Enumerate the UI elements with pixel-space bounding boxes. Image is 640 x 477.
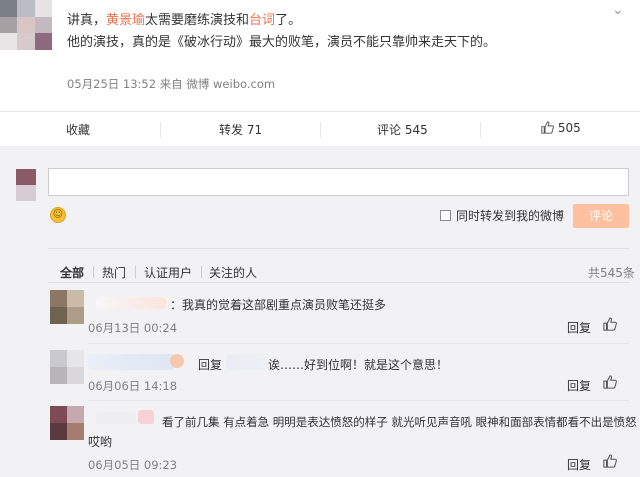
divider	[48, 248, 629, 249]
smiley-icon[interactable]: ☺	[50, 207, 66, 223]
username-blur[interactable]	[88, 354, 174, 370]
divider	[320, 122, 321, 138]
submit-comment-button[interactable]: 评论	[573, 204, 629, 228]
like-button[interactable]: 505	[541, 121, 581, 135]
divider	[88, 343, 629, 344]
username-blur[interactable]	[96, 297, 166, 309]
divider	[201, 266, 202, 278]
tab-all[interactable]: 全部	[60, 264, 84, 281]
post-meta: 05月25日 13:52 来自 微博 weibo.com	[67, 77, 276, 91]
avatar[interactable]	[50, 406, 84, 440]
comment-text: 看了前几集 有点着急 明明是表达愤怒的样子 就光听见声音吼 眼神和面部表情都看不…	[162, 415, 637, 429]
divider	[48, 282, 629, 283]
avatar[interactable]	[50, 350, 84, 384]
divider	[480, 122, 481, 138]
badge-blur	[138, 410, 154, 424]
reply-prefix: 回复	[198, 358, 223, 372]
username-blur[interactable]	[96, 412, 136, 424]
mention-blur[interactable]	[226, 354, 268, 370]
avatar[interactable]	[50, 290, 84, 324]
repost-checkbox-label: 同时转发到我的微博	[456, 209, 565, 223]
divider	[135, 266, 136, 278]
post-author-avatar[interactable]	[0, 0, 52, 50]
chevron-down-icon[interactable]: ⌄	[612, 2, 624, 18]
mention-name[interactable]: 黄景瑜	[106, 13, 145, 28]
comment-text: 诶……好到位啊！就是这个意思！	[268, 358, 449, 372]
comment-time: 06月06日 14:18	[88, 379, 178, 393]
current-user-avatar	[16, 169, 36, 201]
comment-button[interactable]: 评论 545	[377, 121, 428, 138]
reply-button[interactable]: 回复	[567, 456, 591, 473]
thumbs-up-icon[interactable]	[603, 317, 617, 335]
divider	[93, 266, 94, 278]
reply-button[interactable]: 回复	[567, 319, 591, 336]
reply-button[interactable]: 回复	[567, 377, 591, 394]
divider	[88, 400, 629, 401]
post-text-line2: 他的演技，真的是《破冰行动》最大的败笔，演员不能只靠帅来走天下的。	[67, 35, 497, 50]
action-bar: 收藏 转发 71 评论 545 505	[0, 112, 640, 146]
like-count: 505	[557, 121, 581, 135]
divider	[160, 122, 161, 138]
tab-hot[interactable]: 热门	[102, 264, 126, 281]
badge-blur	[170, 354, 184, 368]
comment-input[interactable]	[48, 168, 629, 196]
repost-checkbox[interactable]	[440, 210, 451, 221]
comment-text-cont: 哎哟	[88, 435, 113, 449]
post-text-middle: 太需要磨练演技和	[145, 13, 250, 28]
comment-text: ：我真的觉着这部剧重点演员败笔还挺多	[170, 298, 387, 312]
comment-time: 06月13日 00:24	[88, 321, 178, 335]
highlight-word[interactable]: 台词	[249, 13, 275, 28]
comment-count: 共545条	[588, 266, 635, 280]
tab-verified[interactable]: 认证用户	[144, 264, 192, 281]
post-text-line1: 讲真，黄景瑜太需要磨练演技和台词了。	[67, 9, 301, 28]
thumbs-up-icon[interactable]	[603, 375, 617, 393]
favorite-button[interactable]: 收藏	[66, 121, 90, 138]
post-text-suffix: 了。	[275, 13, 302, 28]
tab-following[interactable]: 关注的人	[209, 264, 257, 281]
comment-time: 06月05日 09:23	[88, 458, 178, 472]
post-text-prefix: 讲真，	[67, 13, 107, 28]
thumbs-up-icon[interactable]	[603, 454, 617, 472]
thumbs-up-icon	[541, 121, 554, 134]
repost-button[interactable]: 转发 71	[219, 121, 262, 138]
